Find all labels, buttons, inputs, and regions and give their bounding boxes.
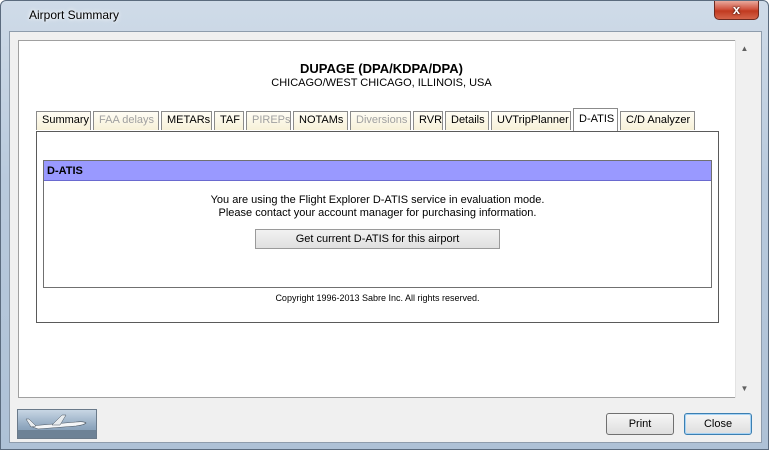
- evaluation-message-line2: Please contact your account manager for …: [218, 207, 537, 219]
- tab-details[interactable]: Details: [445, 111, 489, 130]
- airport-location: CHICAGO/WEST CHICAGO, ILLINOIS, USA: [271, 77, 492, 89]
- tab-notams[interactable]: NOTAMs: [293, 111, 348, 130]
- evaluation-message-line1: You are using the Flight Explorer D-ATIS…: [210, 194, 545, 206]
- print-button[interactable]: Print: [606, 413, 674, 435]
- copyright-text: Copyright 1996-2013 Sabre Inc. All right…: [275, 293, 480, 303]
- tab-faa-delays: FAA delays: [93, 111, 159, 130]
- close-icon: x: [732, 2, 741, 17]
- airplane-logo-icon: [17, 409, 97, 439]
- tab-metars[interactable]: METARs: [161, 111, 212, 130]
- tab-rvr[interactable]: RVR: [413, 111, 443, 130]
- d-atis-panel: D-ATIS You are using the Flight Explorer…: [36, 131, 719, 323]
- scroll-down-arrow-icon[interactable]: ▼: [736, 380, 753, 397]
- window-title: Airport Summary: [29, 8, 120, 22]
- tab-pireps: PIREPs: [246, 111, 291, 130]
- tab-taf[interactable]: TAF: [214, 111, 244, 130]
- d-atis-subpanel: D-ATIS You are using the Flight Explorer…: [43, 160, 712, 288]
- tab-cd-analyzer[interactable]: C/D Analyzer: [620, 111, 695, 130]
- client-area: DUPAGE (DPA/KDPA/DPA) CHICAGO/WEST CHICA…: [9, 31, 762, 443]
- vertical-scrollbar[interactable]: ▲ ▼: [735, 40, 753, 398]
- airport-name: DUPAGE (DPA/KDPA/DPA): [300, 61, 463, 76]
- airplane-logo-graphic: [18, 414, 96, 438]
- airport-summary-window: Airport Summary x DUPAGE (DPA/KDPA/DPA) …: [0, 0, 769, 450]
- title-bar[interactable]: Airport Summary x: [1, 1, 768, 31]
- close-button[interactable]: Close: [684, 413, 752, 435]
- summary-content: DUPAGE (DPA/KDPA/DPA) CHICAGO/WEST CHICA…: [18, 40, 743, 398]
- tab-diversions: Diversions: [350, 111, 411, 130]
- tab-summary[interactable]: Summary: [36, 111, 91, 130]
- tab-d-atis[interactable]: D-ATIS: [573, 108, 618, 131]
- d-atis-header: D-ATIS: [44, 161, 711, 181]
- get-d-atis-button[interactable]: Get current D-ATIS for this airport: [255, 229, 500, 249]
- tab-uvtripplanner[interactable]: UVTripPlanner: [491, 111, 571, 130]
- window-close-button[interactable]: x: [714, 1, 759, 20]
- scroll-up-arrow-icon[interactable]: ▲: [736, 40, 753, 57]
